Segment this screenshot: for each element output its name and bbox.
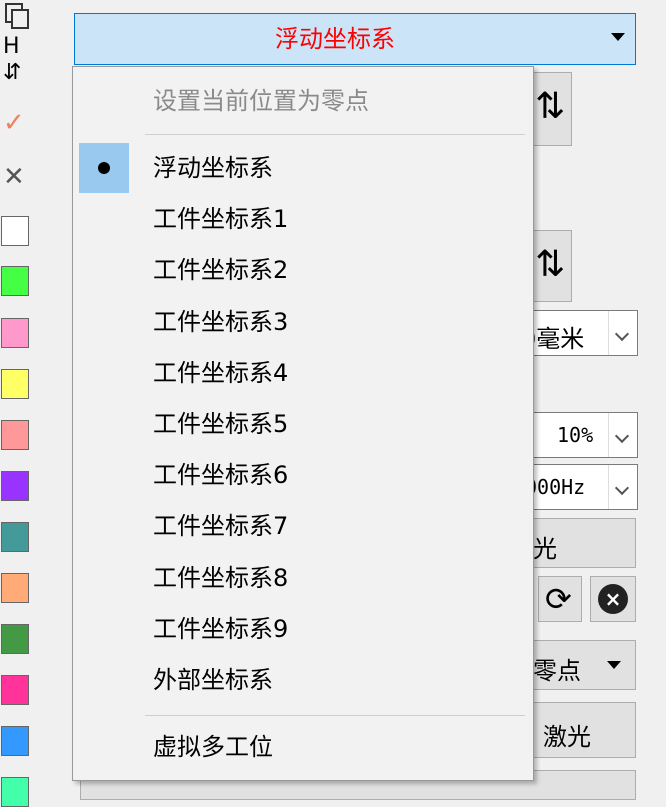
color-swatch-yellow[interactable] [1, 369, 29, 399]
menu-item-label: 工件坐标系6 [153, 461, 289, 489]
check-icon[interactable]: ✓ [3, 108, 25, 138]
menu-item-label: 工件坐标系9 [153, 615, 289, 643]
left-toolbar: H ⇵ ✓ ✕ [0, 0, 40, 807]
menu-item-workpiece-5[interactable]: 工件坐标系5 [73, 402, 533, 446]
menu-item-label: 工件坐标系5 [153, 410, 289, 438]
color-swatch-mint[interactable] [1, 777, 29, 807]
caret-down-icon [607, 661, 621, 669]
distribute-icon[interactable]: ⇵ [3, 58, 21, 88]
menu-item-set-zero[interactable]: 设置当前位置为零点 [73, 79, 533, 123]
menu-item-virtual-multi[interactable]: 虚拟多工位 [73, 725, 533, 769]
frequency-select-value: 000Hz [525, 475, 586, 499]
coordinate-system-menu: 设置当前位置为零点 浮动坐标系 工件坐标系1 工件坐标系2 工件坐标系3 工件坐… [72, 66, 534, 781]
menu-item-workpiece-3[interactable]: 工件坐标系3 [73, 300, 533, 344]
combo-selected-value: 浮动坐标系 [275, 25, 395, 53]
color-swatch-darkgreen[interactable] [1, 624, 29, 654]
menu-item-label: 工件坐标系3 [153, 308, 289, 336]
menu-item-workpiece-1[interactable]: 工件坐标系1 [73, 197, 533, 241]
menu-item-workpiece-6[interactable]: 工件坐标系6 [73, 453, 533, 497]
zero-point-button[interactable]: 零点 [520, 640, 636, 690]
copy-icon[interactable] [5, 3, 29, 29]
refresh-icon: ⟳ [545, 580, 572, 618]
color-swatch-salmon[interactable] [1, 420, 29, 450]
menu-item-label: 工件坐标系8 [153, 564, 289, 592]
menu-item-external[interactable]: 外部坐标系 [73, 658, 533, 702]
light-button-label: 光 [533, 535, 557, 563]
power-select-value: 10% [557, 423, 594, 447]
menu-item-label: 虚拟多工位 [153, 733, 273, 761]
color-swatch-pink[interactable] [1, 318, 29, 348]
chevron-down-icon [608, 311, 637, 355]
menu-item-label: 工件坐标系1 [153, 205, 289, 233]
menu-item-label: 外部坐标系 [153, 666, 273, 694]
menu-item-workpiece-9[interactable]: 工件坐标系9 [73, 607, 533, 651]
close-icon[interactable]: ✕ [3, 162, 25, 192]
menu-item-label: 工件坐标系4 [153, 359, 289, 387]
menu-item-label: 设置当前位置为零点 [153, 87, 369, 115]
arrow-down-icon: ⇅ [535, 244, 566, 285]
color-swatch-purple[interactable] [1, 471, 29, 501]
menu-item-floating[interactable]: 浮动坐标系 [73, 146, 533, 190]
menu-separator [145, 715, 525, 716]
menu-item-label: 浮动坐标系 [153, 154, 273, 182]
chevron-down-icon [608, 413, 637, 457]
zero-point-button-label: 零点 [533, 657, 581, 685]
dropdown-arrow-icon [611, 33, 625, 41]
light-button[interactable]: 光 [520, 518, 636, 568]
cancel-circle-icon: × [598, 584, 628, 614]
frequency-select[interactable]: 000Hz [520, 464, 638, 510]
refresh-button[interactable]: ⟳ [538, 576, 582, 622]
menu-item-workpiece-4[interactable]: 工件坐标系4 [73, 351, 533, 395]
chevron-down-icon [608, 465, 637, 509]
menu-separator [145, 134, 525, 135]
menu-item-workpiece-2[interactable]: 工件坐标系2 [73, 248, 533, 292]
power-select[interactable]: 10% [520, 412, 638, 458]
color-swatch-orange[interactable] [1, 573, 29, 603]
laser-button[interactable]: 激光 [520, 702, 636, 758]
unit-select[interactable]: 0毫米 [520, 310, 638, 356]
cancel-button[interactable]: × [590, 576, 636, 622]
color-swatch-magenta[interactable] [1, 675, 29, 705]
coordinate-system-combo[interactable]: 浮动坐标系 [74, 13, 636, 65]
color-swatch-blue[interactable] [1, 726, 29, 756]
color-swatch-teal[interactable] [1, 522, 29, 552]
arrow-up-icon: ⇅ [535, 86, 566, 127]
menu-item-workpiece-8[interactable]: 工件坐标系8 [73, 556, 533, 600]
laser-button-label: 激光 [543, 723, 591, 751]
menu-item-workpiece-7[interactable]: 工件坐标系7 [73, 504, 533, 548]
color-swatch-green[interactable] [1, 266, 29, 296]
color-swatch-white[interactable] [1, 216, 29, 246]
menu-item-label: 工件坐标系2 [153, 256, 289, 284]
menu-item-label: 工件坐标系7 [153, 512, 289, 540]
